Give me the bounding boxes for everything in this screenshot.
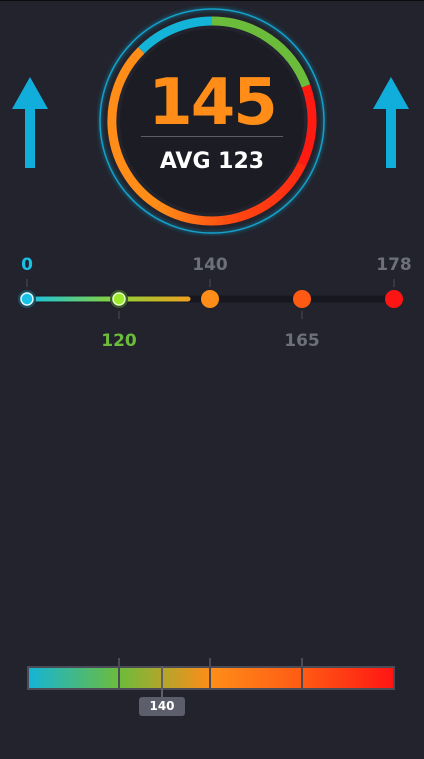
zone-label-4: 165: [284, 331, 320, 351]
gauge-divider: [141, 136, 283, 137]
zone-label-2: 120: [101, 331, 137, 351]
zone-handle-1[interactable]: [20, 292, 34, 306]
top-border: [0, 0, 424, 1]
zone-handle-5[interactable]: [385, 290, 403, 308]
heart-rate-scale: [27, 658, 395, 698]
scale-marker-label: 140: [139, 697, 185, 716]
heart-rate-gauge: 145 AVG 123: [97, 6, 327, 236]
arrow-up-icon-right: [373, 77, 409, 168]
zone-slider[interactable]: 0 140 178 120 165: [0, 250, 424, 360]
zone-track: [18, 279, 403, 319]
average-heart-rate: AVG 123: [159, 149, 265, 174]
current-heart-rate: 145: [148, 66, 278, 140]
arrow-up-icon-left: [12, 77, 48, 168]
zone-handle-4[interactable]: [293, 290, 311, 308]
zone-handle-3[interactable]: [201, 290, 219, 308]
zone-handle-2[interactable]: [112, 292, 126, 306]
